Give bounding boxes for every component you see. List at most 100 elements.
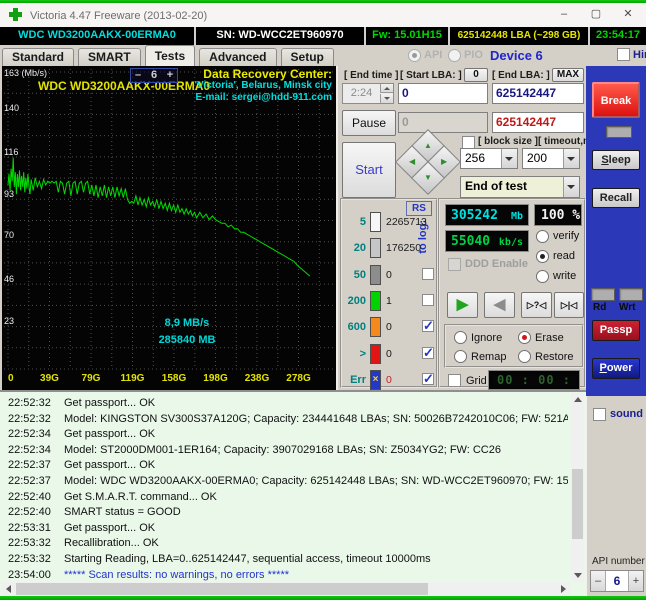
- log-checkbox[interactable]: [422, 293, 434, 306]
- counter-threshold-label: >: [359, 347, 366, 360]
- error-cross-icon: ×: [372, 373, 379, 385]
- mode-radio-verify[interactable]: [536, 230, 549, 243]
- hscroll-thumb[interactable]: [16, 583, 428, 595]
- scale-plus-button[interactable]: +: [163, 69, 177, 82]
- grid-checkbox[interactable]: [448, 374, 461, 387]
- maximize-button[interactable]: ▢: [580, 3, 612, 27]
- counter-color-block: [370, 290, 381, 311]
- mb-unit: Mb: [510, 211, 523, 222]
- api-radio[interactable]: [408, 49, 421, 62]
- log-line: 22:52:34 Model: ST2000DM001-1ER164; Capac…: [2, 444, 568, 459]
- end-lba-input[interactable]: 625142447: [492, 83, 584, 104]
- mode-radio-read[interactable]: [536, 250, 549, 263]
- break-all-button[interactable]: Break All: [592, 82, 640, 141]
- tab-smart[interactable]: SMART: [78, 48, 141, 66]
- log-line: 22:52:34 Get passport... OK: [2, 428, 568, 443]
- scroll-down-icon[interactable]: [571, 569, 584, 582]
- log-time: 23:54:00: [8, 568, 51, 581]
- dropdown-arrow-icon[interactable]: [563, 149, 579, 168]
- counter-row: 20 176250: [346, 238, 434, 260]
- scale-minus-button[interactable]: –: [131, 69, 145, 82]
- ddd-enable-checkbox[interactable]: [448, 258, 461, 271]
- banner: Data Recovery Center: 'Victoria', Belaru…: [195, 68, 332, 104]
- start-button[interactable]: Start: [342, 142, 396, 198]
- tab-setup[interactable]: Setup: [280, 48, 334, 66]
- start-lba-input[interactable]: 0: [398, 83, 488, 104]
- log-checkbox[interactable]: [422, 318, 434, 334]
- api-minus-button[interactable]: –: [591, 571, 605, 591]
- log-line: 22:52:32 Model: KINGSTON SV300S37A120G; C…: [2, 413, 568, 428]
- log-checkbox[interactable]: [422, 345, 434, 361]
- log-checkbox[interactable]: [422, 267, 434, 280]
- mode-radio-write[interactable]: [536, 270, 549, 283]
- timeout-dropdown[interactable]: 200: [522, 148, 580, 169]
- current-block-field: 0: [398, 112, 488, 133]
- seek-end-button[interactable]: ▷|◁: [554, 292, 584, 318]
- x-tick-label: 158G: [161, 373, 187, 384]
- desktop-edge-bottom: [0, 596, 646, 600]
- defect-radio-erase[interactable]: [518, 331, 531, 344]
- graph-scale-spinner[interactable]: – 6 +: [130, 68, 178, 83]
- sleep-button[interactable]: Sleep: [592, 150, 640, 170]
- log-panel: 22:52:32 Get passport... OK 22:52:32 Model:…: [0, 390, 586, 596]
- end-time-spinner[interactable]: 2:24: [342, 83, 394, 104]
- log-time: 22:52:40: [8, 506, 51, 519]
- minimize-button[interactable]: –: [548, 3, 580, 27]
- log-vscrollbar[interactable]: [571, 393, 584, 582]
- pause-button[interactable]: Pause: [342, 110, 396, 136]
- defect-radio-remap[interactable]: [454, 350, 467, 363]
- sound-label: sound: [610, 408, 643, 420]
- ddd-enable-label: DDD Enable: [465, 258, 528, 270]
- scroll-up-icon[interactable]: [571, 393, 584, 406]
- spin-up-icon[interactable]: [380, 84, 393, 93]
- hints-checkbox[interactable]: [617, 48, 630, 61]
- power-button[interactable]: Power: [592, 358, 640, 379]
- sound-checkbox[interactable]: [593, 408, 606, 421]
- passp-button[interactable]: Passp: [592, 320, 640, 341]
- pio-radio[interactable]: [448, 49, 461, 62]
- defect-label-restore: Restore: [535, 351, 574, 363]
- current-lba-field[interactable]: 625142447: [492, 112, 584, 133]
- dropdown-arrow-icon[interactable]: [501, 149, 517, 168]
- counter-value: 0: [386, 268, 392, 281]
- dropdown-arrow-icon[interactable]: [563, 177, 579, 197]
- end-action-dropdown[interactable]: End of test: [460, 176, 580, 198]
- recall-button[interactable]: Recall: [592, 188, 640, 208]
- log-hscrollbar[interactable]: [2, 582, 570, 596]
- max-button[interactable]: MAX: [552, 68, 584, 82]
- x-tick-label: 79G: [81, 373, 101, 384]
- log-line: 22:53:31 Get passport... OK: [2, 522, 568, 537]
- seek-question-button[interactable]: ▷?◁: [521, 292, 552, 318]
- play-button[interactable]: ▶: [447, 292, 478, 318]
- write-led-label: Wrt: [619, 302, 636, 313]
- nav-left-icon: ◀: [408, 157, 416, 166]
- graph-area: WDC WD3200AAKX-00ERMA0 – 6 + Data Recove…: [2, 66, 336, 390]
- counters-panel: RS to log: 522657132017625050020016000>0…: [340, 198, 438, 390]
- tab-standard[interactable]: Standard: [2, 48, 75, 66]
- y-tick-label: 70: [4, 230, 15, 241]
- defect-radio-ignore[interactable]: [454, 331, 467, 344]
- block-size-dropdown[interactable]: 256: [460, 148, 518, 169]
- log-line: 22:52:40 Get S.M.A.R.T. command... OK: [2, 491, 568, 506]
- scroll-left-icon[interactable]: [2, 582, 15, 595]
- tab-advanced[interactable]: Advanced: [199, 48, 277, 66]
- scroll-right-icon[interactable]: [557, 582, 570, 595]
- log-time: 22:53:32: [8, 537, 51, 550]
- counter-value: 2265713: [386, 216, 427, 228]
- tab-tests[interactable]: Tests: [144, 45, 196, 66]
- log-text: Starting Reading, LBA=0..625142447, sequ…: [64, 553, 431, 565]
- title-bar[interactable]: Victoria 4.47 Freeware (2013-02-20) – ▢ …: [0, 3, 646, 28]
- vscroll-thumb[interactable]: [572, 469, 583, 539]
- log-checkbox[interactable]: [422, 371, 434, 387]
- start-lba-zero-button[interactable]: 0: [464, 68, 488, 82]
- start-lba-label: [ Start LBA: ]: [400, 70, 462, 81]
- spin-down-icon[interactable]: [380, 94, 393, 103]
- api-plus-button[interactable]: +: [629, 571, 643, 591]
- y-tick-label: 163 (Mb/s): [4, 68, 48, 78]
- log-text: Get passport... OK: [64, 521, 156, 534]
- mb-lcd: 305242 Mb: [445, 204, 529, 226]
- seek-question-icon: ▷?◁: [526, 300, 547, 310]
- close-button[interactable]: ✕: [612, 3, 644, 27]
- defect-radio-restore[interactable]: [518, 350, 531, 363]
- back-button[interactable]: ◀: [484, 292, 515, 318]
